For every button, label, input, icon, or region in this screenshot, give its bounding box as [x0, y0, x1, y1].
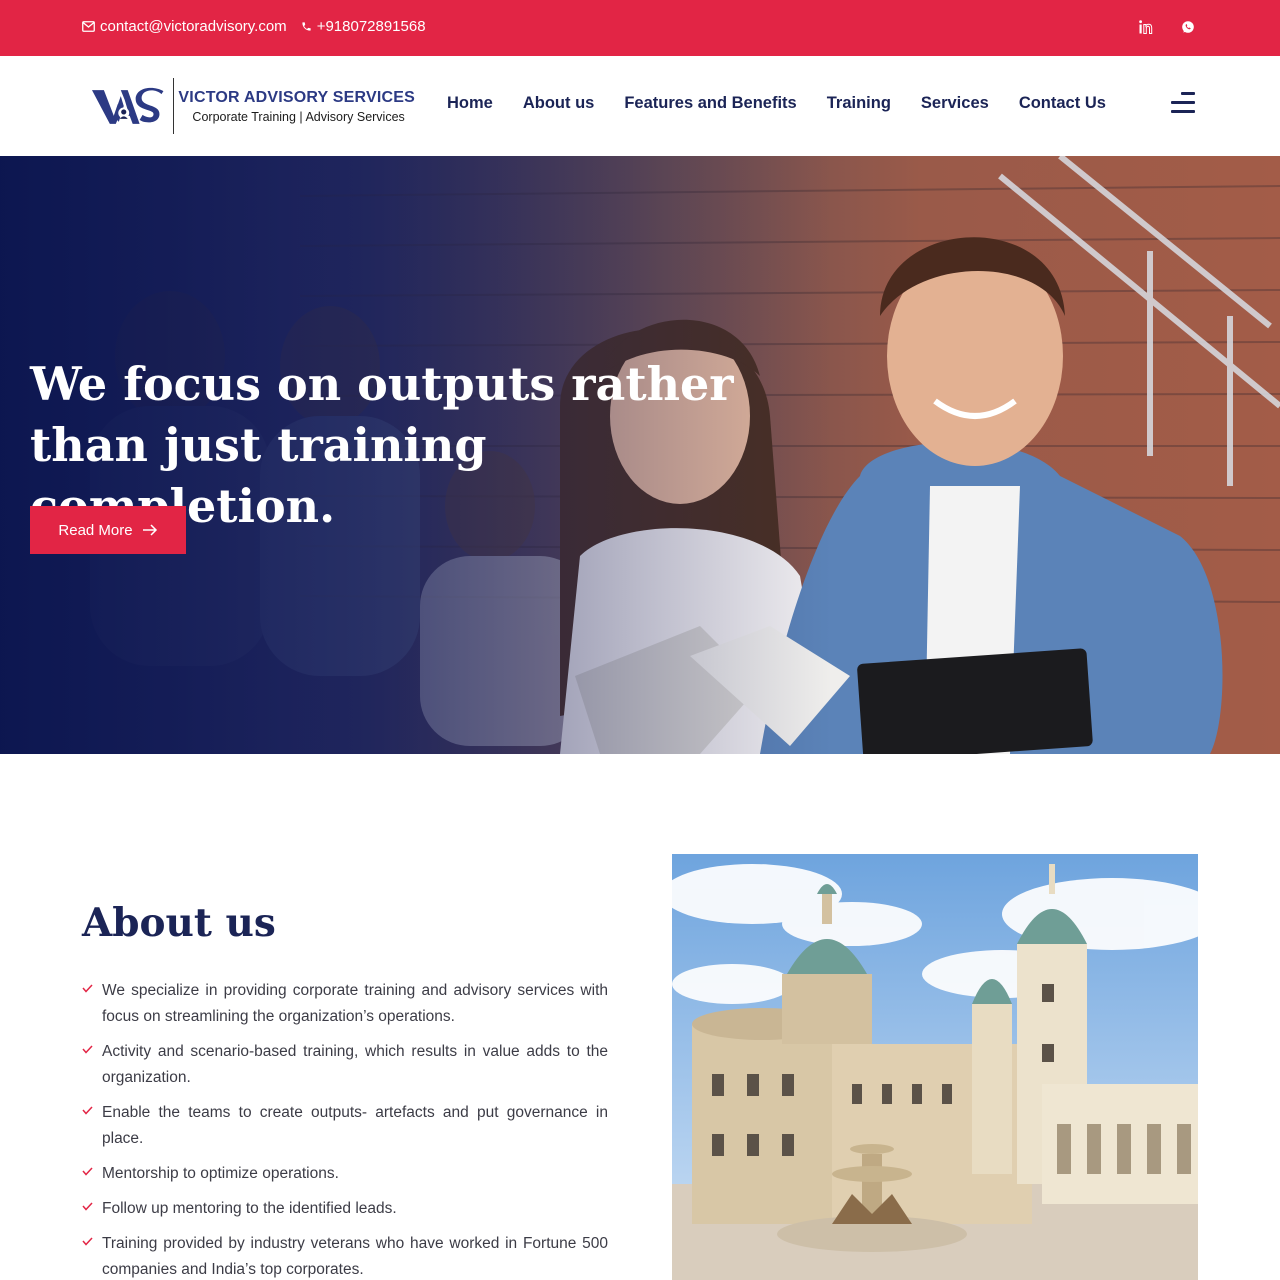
about-list-item: Enable the teams to create outputs- arte…: [82, 1100, 608, 1152]
brand-tagline: Corporate Training | Advisory Services: [192, 109, 405, 124]
check-icon: [82, 1045, 93, 1054]
about-item-text: Mentorship to optimize operations.: [102, 1165, 339, 1182]
top-bar: contact@victoradvisory.com +918072891568: [0, 0, 1280, 56]
read-more-button[interactable]: Read More: [30, 506, 186, 554]
about-item-text: Enable the teams to create outputs- arte…: [102, 1104, 608, 1147]
hero-section: We focus on outputs rather than just tra…: [0, 156, 1280, 754]
about-section: About us We specialize in providing corp…: [0, 754, 1280, 1280]
read-more-label: Read More: [58, 521, 133, 539]
arrow-right-icon: [142, 524, 157, 536]
phone-text: +918072891568: [316, 18, 426, 35]
linkedin-icon[interactable]: [1136, 17, 1156, 37]
about-list-item: Activity and scenario-based training, wh…: [82, 1039, 608, 1091]
email-text: contact@victoradvisory.com: [100, 18, 287, 35]
nav-training[interactable]: Training: [827, 94, 891, 113]
nav-about-us[interactable]: About us: [523, 94, 595, 113]
about-list-item: Follow up mentoring to the identified le…: [82, 1196, 608, 1222]
hero-headline-line-1: We focus on outputs rather: [30, 357, 734, 411]
logo-divider: [173, 78, 175, 134]
check-icon: [82, 1202, 93, 1211]
check-icon: [82, 1167, 93, 1176]
about-list-item: Mentorship to optimize operations.: [82, 1161, 608, 1187]
about-item-text: Training provided by industry veterans w…: [102, 1235, 608, 1278]
phone-icon: [302, 22, 311, 31]
mail-icon: [82, 21, 95, 32]
check-icon: [82, 984, 93, 993]
whatsapp-icon[interactable]: [1178, 17, 1198, 37]
about-title: About us: [82, 900, 276, 946]
about-list: We specialize in providing corporate tra…: [82, 978, 608, 1280]
vas-logo-mark: [91, 87, 164, 124]
nav-home[interactable]: Home: [447, 94, 493, 113]
brand-name: VICTOR ADVISORY SERVICES: [178, 88, 415, 106]
about-cathedral-image: [672, 854, 1198, 1280]
check-icon: [82, 1106, 93, 1115]
site-header: VICTOR ADVISORY SERVICES Corporate Train…: [0, 56, 1280, 156]
about-item-text: Follow up mentoring to the identified le…: [102, 1200, 397, 1217]
nav-features-and-benefits[interactable]: Features and Benefits: [624, 94, 796, 113]
nav-contact-us[interactable]: Contact Us: [1019, 94, 1106, 113]
main-nav: Home About us Features and Benefits Trai…: [447, 94, 1136, 113]
about-item-text: We specialize in providing corporate tra…: [102, 982, 608, 1025]
contact-info: contact@victoradvisory.com +918072891568: [82, 18, 440, 35]
logo[interactable]: VICTOR ADVISORY SERVICES Corporate Train…: [90, 76, 415, 136]
about-list-item: We specialize in providing corporate tra…: [82, 978, 608, 1030]
about-item-text: Activity and scenario-based training, wh…: [102, 1043, 608, 1086]
email-link[interactable]: contact@victoradvisory.com: [82, 18, 287, 35]
social-links: [1114, 17, 1198, 37]
hamburger-icon[interactable]: [1171, 92, 1195, 114]
nav-services[interactable]: Services: [921, 94, 989, 113]
phone-link[interactable]: +918072891568: [301, 18, 426, 35]
check-icon: [82, 1237, 93, 1246]
about-list-item: Training provided by industry veterans w…: [82, 1231, 608, 1280]
